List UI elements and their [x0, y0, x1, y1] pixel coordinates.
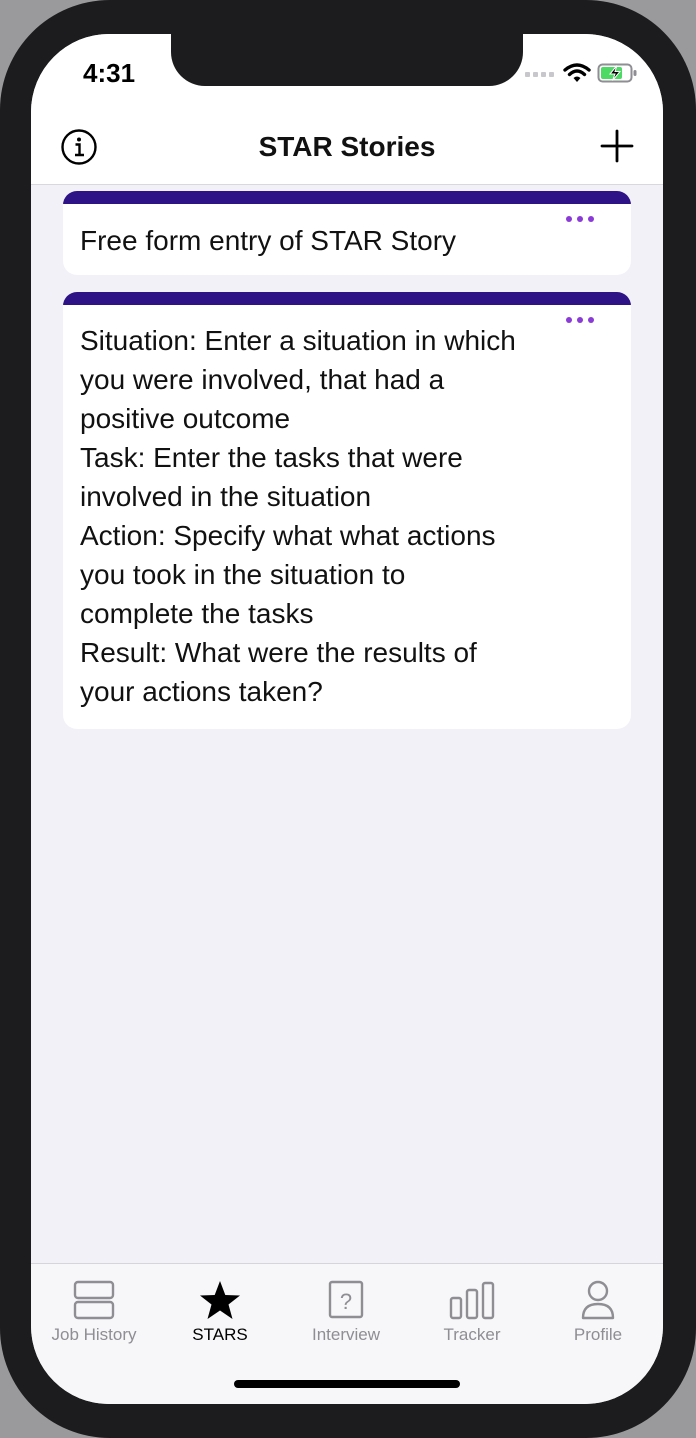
device-notch	[171, 34, 523, 86]
signal-icon	[525, 72, 554, 77]
svg-text:?: ?	[340, 1289, 352, 1314]
battery-charging-icon	[597, 63, 637, 83]
tab-label: Job History	[51, 1325, 137, 1344]
tab-profile[interactable]: Profile	[535, 1264, 661, 1354]
home-indicator[interactable]	[234, 1380, 460, 1388]
status-icons	[525, 62, 639, 84]
card-header-bar	[63, 191, 631, 204]
status-time: 4:31	[83, 58, 136, 88]
question-icon: ?	[328, 1280, 364, 1319]
tab-interview[interactable]: ? Interview	[283, 1264, 409, 1354]
navigation-bar: STAR Stories	[31, 114, 663, 185]
person-icon	[581, 1280, 615, 1320]
more-options-icon[interactable]	[565, 215, 595, 223]
tab-label: Tracker	[443, 1325, 501, 1344]
tab-tracker[interactable]: Tracker	[409, 1264, 535, 1354]
card-header-bar	[63, 292, 631, 305]
star-story-card[interactable]: Free form entry of STAR Story	[63, 191, 631, 275]
device-frame: 4:31 STAR Stories Free form entry of STA…	[0, 0, 696, 1438]
app-screen: 4:31 STAR Stories Free form entry of STA…	[31, 34, 663, 1404]
bars-icon	[449, 1281, 495, 1320]
more-options-icon[interactable]	[565, 316, 595, 324]
card-text: Free form entry of STAR Story	[80, 225, 457, 256]
stack-icon	[73, 1280, 115, 1320]
tab-label: Profile	[573, 1325, 623, 1344]
info-icon[interactable]	[60, 128, 98, 166]
wifi-icon	[563, 63, 591, 82]
star-story-card[interactable]: Situation: Enter a situation in which yo…	[63, 292, 631, 729]
star-icon	[200, 1281, 240, 1319]
tab-label: STARS	[192, 1325, 248, 1344]
tab-job-history[interactable]: Job History	[31, 1264, 157, 1354]
card-text: Situation: Enter a situation in which yo…	[80, 325, 516, 707]
page-title: STAR Stories	[258, 131, 436, 162]
add-icon[interactable]	[599, 128, 635, 164]
tab-label: Interview	[311, 1325, 381, 1344]
tab-stars[interactable]: STARS	[157, 1264, 283, 1354]
